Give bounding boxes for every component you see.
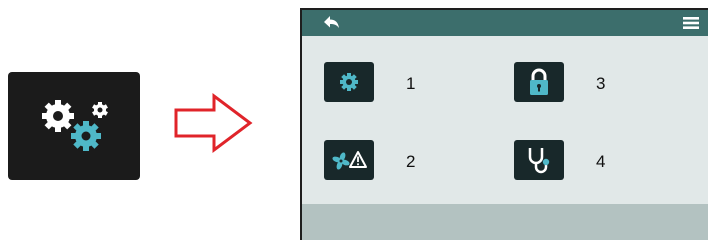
menu-item-settings-button[interactable]	[324, 62, 374, 102]
fan-warning-icon	[332, 151, 367, 170]
menu-item-diagnostics-button[interactable]	[514, 140, 564, 180]
gear-icon	[340, 73, 358, 91]
screen-footer	[302, 204, 708, 240]
device-screen: 1 2 3 4	[300, 8, 708, 240]
menu-item-alarms-button[interactable]	[324, 140, 374, 180]
settings-tile[interactable]	[8, 72, 140, 180]
menu-item-number: 3	[596, 74, 606, 93]
settings-gears-icon	[42, 100, 108, 151]
menu-item-number: 2	[406, 152, 416, 171]
right-arrow-outline-icon	[174, 93, 253, 153]
screen-header	[302, 10, 708, 36]
stethoscope-icon	[528, 148, 550, 174]
back-arrow-icon[interactable]	[320, 13, 342, 33]
padlock-icon	[530, 68, 548, 95]
menu-item-number: 4	[596, 152, 606, 171]
menu-item-lock-button[interactable]	[514, 62, 564, 102]
hamburger-menu-icon[interactable]	[680, 13, 702, 33]
menu-item-number: 1	[406, 74, 416, 93]
